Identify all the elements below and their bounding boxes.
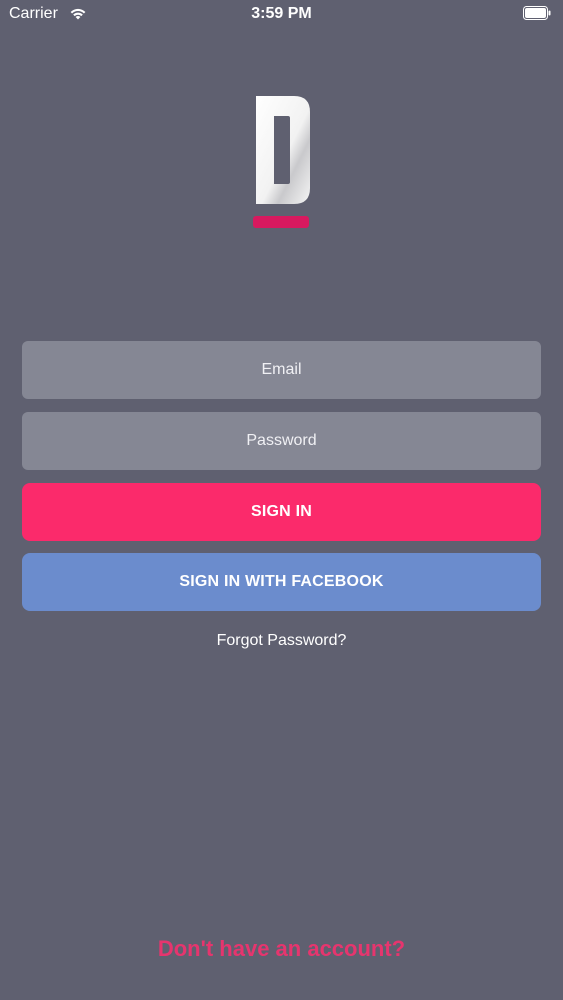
signup-link[interactable]: Don't have an account? [0, 936, 563, 962]
logo-accent-bar [253, 216, 309, 228]
app-logo [253, 96, 310, 228]
sign-in-button[interactable]: SIGN IN [22, 483, 541, 541]
battery-icon [523, 6, 551, 20]
email-field[interactable] [22, 341, 541, 399]
facebook-sign-in-button[interactable]: SIGN IN WITH FACEBOOK [22, 553, 541, 611]
clock-time: 3:59 PM [251, 5, 312, 22]
status-bar: Carrier 3:59 PM [0, 0, 563, 30]
password-field[interactable] [22, 412, 541, 470]
forgot-password-link[interactable]: Forgot Password? [0, 632, 563, 650]
